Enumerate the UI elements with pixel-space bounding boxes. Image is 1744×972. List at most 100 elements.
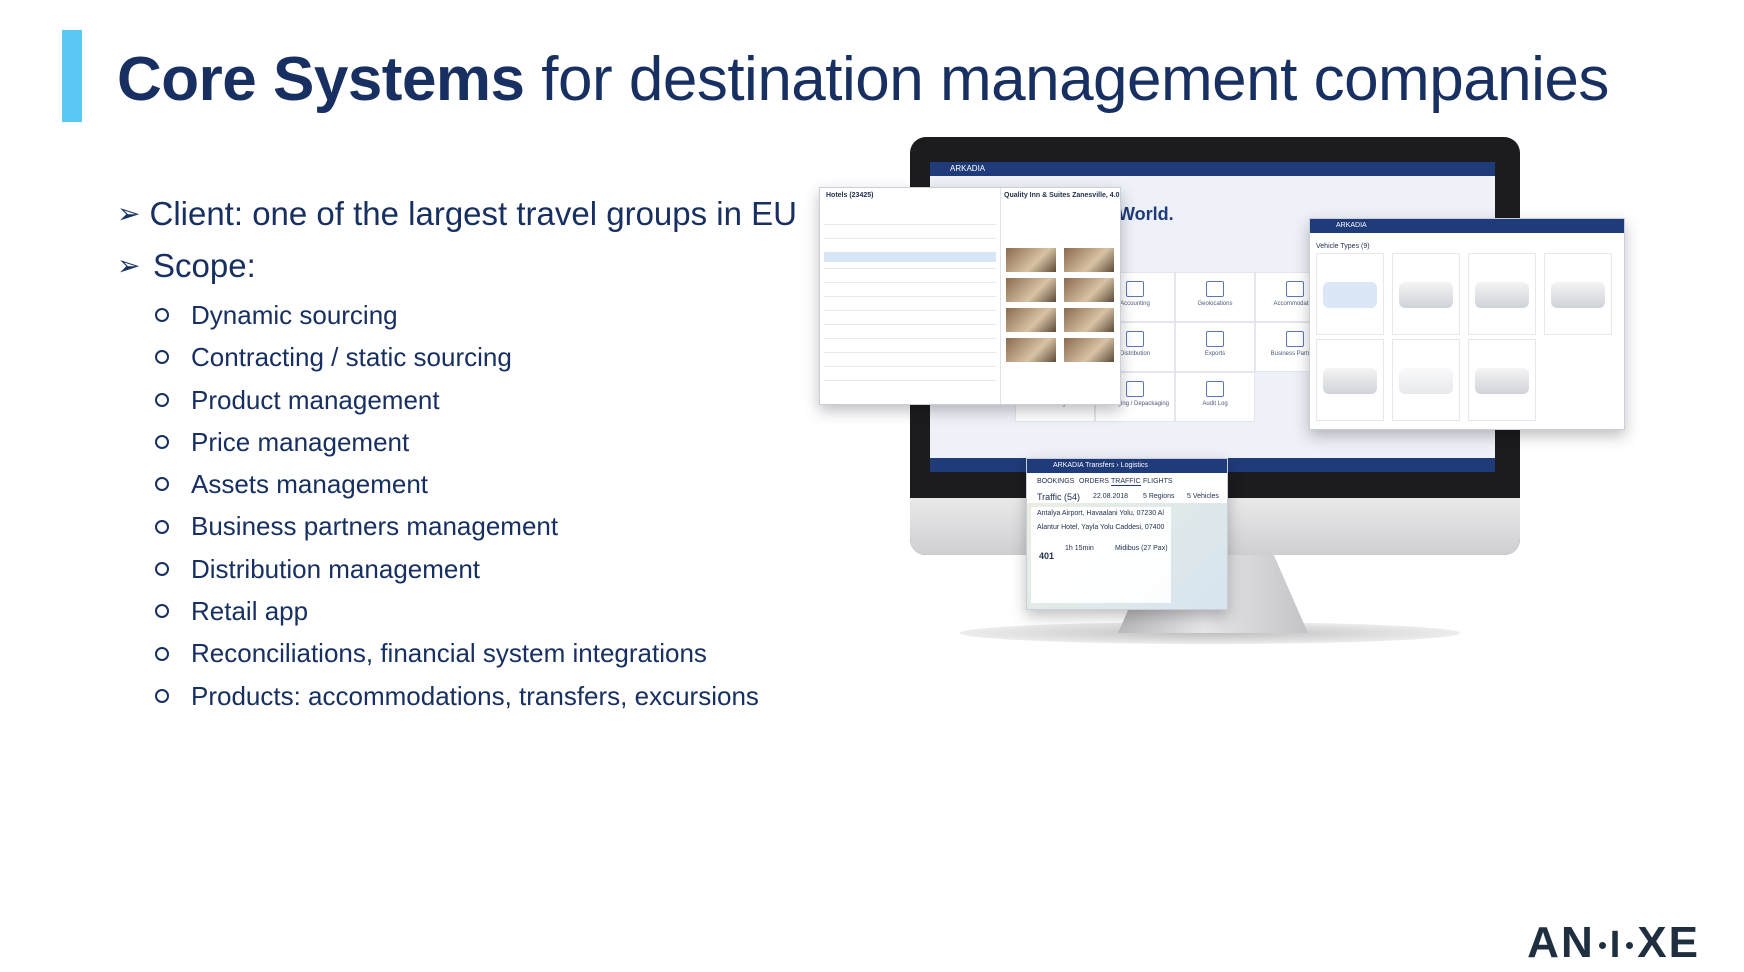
export-icon <box>1206 331 1224 347</box>
table-row[interactable] <box>824 352 996 353</box>
scope-item-text: Assets management <box>191 469 429 500</box>
title-bold: Core Systems <box>117 45 525 114</box>
scope-item-text: Price management <box>191 426 410 457</box>
scope-item: Contracting / static sourcing <box>117 336 797 378</box>
route-number: 401 <box>1039 551 1055 561</box>
circle-bullet-icon <box>155 646 169 661</box>
hotels-window: Hotels (23425) Quality Inn & Suites Zane… <box>819 187 1121 405</box>
scope-item: Products: accommodations, transfers, exc… <box>117 675 797 717</box>
table-row[interactable] <box>824 338 996 339</box>
vehicles-select[interactable]: 5 Vehicles <box>1187 493 1219 500</box>
table-row[interactable] <box>824 238 996 239</box>
scope-item-text: Product management <box>191 384 440 415</box>
bullet-list: ➢ Client: one of the largest travel group… <box>117 188 797 717</box>
scope-item: Assets management <box>117 463 797 505</box>
hotel-photo[interactable] <box>1064 308 1114 332</box>
scope-item-text: Reconciliations, financial system integr… <box>191 638 707 669</box>
route-panel: Antalya Airport, Havaalani Yolu, 07230 A… <box>1031 507 1171 603</box>
circle-bullet-icon <box>155 392 169 407</box>
table-row[interactable] <box>824 268 996 269</box>
scope-item-text: Dynamic sourcing <box>191 300 398 330</box>
scope-item: Retail app <box>117 590 797 632</box>
hotel-photo[interactable] <box>1064 338 1114 362</box>
circle-bullet-icon <box>155 688 169 703</box>
traffic-header: ARKADIA Transfers › Logistics <box>1027 459 1227 473</box>
vehicle-card[interactable] <box>1392 339 1460 421</box>
tab-orders[interactable]: ORDERS <box>1079 478 1109 485</box>
pane-divider <box>1000 188 1001 404</box>
people-icon <box>1286 331 1304 347</box>
traffic-window: ARKADIA Transfers › Logistics BOOKINGS O… <box>1026 458 1228 610</box>
arrow-bullet-icon: ➢ <box>117 250 141 281</box>
table-row[interactable] <box>824 380 996 381</box>
vehicles-title: Vehicle Types (9) <box>1316 243 1370 250</box>
tile-exports[interactable]: Exports <box>1175 322 1255 372</box>
page-title: Core Systems for destination management … <box>117 38 1609 122</box>
van-image <box>1399 282 1453 308</box>
scope-item: Business partners management <box>117 505 797 547</box>
route-duration: 1h 15min <box>1065 545 1094 552</box>
van-image <box>1551 282 1605 308</box>
circle-bullet-icon <box>155 350 169 365</box>
hotel-photo[interactable] <box>1006 308 1056 332</box>
bullet-scope: ➢ Scope: <box>117 240 797 292</box>
logo-dot <box>1626 941 1634 949</box>
hotel-photo[interactable] <box>1006 338 1056 362</box>
table-row[interactable] <box>824 366 996 367</box>
scope-item-text: Retail app <box>191 596 309 627</box>
scope-item: Dynamic sourcing <box>117 294 797 336</box>
table-row[interactable] <box>824 310 996 311</box>
hotel-photo[interactable] <box>1064 278 1114 302</box>
tab-flights[interactable]: FLIGHTS <box>1143 478 1173 485</box>
scope-item: Price management <box>117 421 797 463</box>
vehicle-card-add[interactable] <box>1316 253 1384 335</box>
coach-image <box>1475 368 1529 394</box>
vehicle-card[interactable] <box>1468 253 1536 335</box>
circle-bullet-icon <box>155 604 169 619</box>
arrow-bullet-icon: ➢ <box>117 198 141 229</box>
vehicle-card[interactable] <box>1316 339 1384 421</box>
van-icon <box>1323 282 1377 308</box>
tile-geolocations[interactable]: Geolocations <box>1175 272 1255 322</box>
hero-text: World. <box>1118 204 1174 224</box>
hotels-title: Hotels (23425) <box>826 192 874 199</box>
bullet-text: Client: one of the largest travel groups… <box>149 195 797 232</box>
traffic-map[interactable]: Antalya Airport, Havaalani Yolu, 07230 A… <box>1027 503 1227 609</box>
app-header: ARKADIA <box>930 162 1495 176</box>
vehicle-card[interactable] <box>1392 253 1460 335</box>
circle-bullet-icon <box>155 519 169 534</box>
table-row[interactable] <box>824 324 996 325</box>
vehicle-card[interactable] <box>1544 253 1612 335</box>
title-rest: for destination management companies <box>524 45 1609 114</box>
tab-traffic[interactable]: TRAFFIC <box>1111 478 1141 486</box>
stop-b: Alantur Hotel, Yayla Yolu Caddesi, 07400 <box>1037 524 1165 531</box>
map-icon <box>1206 281 1224 297</box>
building-icon <box>1286 281 1304 297</box>
vehicle-card[interactable] <box>1468 339 1536 421</box>
table-row[interactable] <box>824 296 996 297</box>
stop-a: Antalya Airport, Havaalani Yolu, 07230 A… <box>1037 510 1164 517</box>
circle-bullet-icon <box>155 435 169 450</box>
circle-bullet-icon <box>155 477 169 492</box>
table-row-selected[interactable] <box>824 252 996 262</box>
tile-audit-log[interactable]: Audit Log <box>1175 372 1255 422</box>
table-row[interactable] <box>824 224 996 225</box>
regions-select[interactable]: 5 Regions <box>1143 493 1175 500</box>
vehicle-types-window: ARKADIA Vehicle Types (9) <box>1309 218 1625 430</box>
table-row[interactable] <box>824 282 996 283</box>
app-brand: ARKADIA <box>950 164 986 173</box>
bullet-text: Scope: <box>153 247 256 284</box>
hotel-photo[interactable] <box>1006 248 1056 272</box>
logo-dot <box>1598 941 1606 949</box>
tab-bookings[interactable]: BOOKINGS <box>1037 478 1074 485</box>
hotel-photo[interactable] <box>1006 278 1056 302</box>
hotel-photo[interactable] <box>1064 248 1114 272</box>
scope-item-text: Distribution management <box>191 553 481 584</box>
scope-item: Distribution management <box>117 548 797 590</box>
distribution-icon <box>1126 331 1144 347</box>
vehicles-header: ARKADIA <box>1310 219 1624 233</box>
scope-item-text: Business partners management <box>191 511 559 542</box>
date-picker[interactable]: 22.08.2018 <box>1093 493 1128 500</box>
scope-item: Reconciliations, financial system integr… <box>117 632 797 674</box>
circle-bullet-icon <box>155 561 169 576</box>
